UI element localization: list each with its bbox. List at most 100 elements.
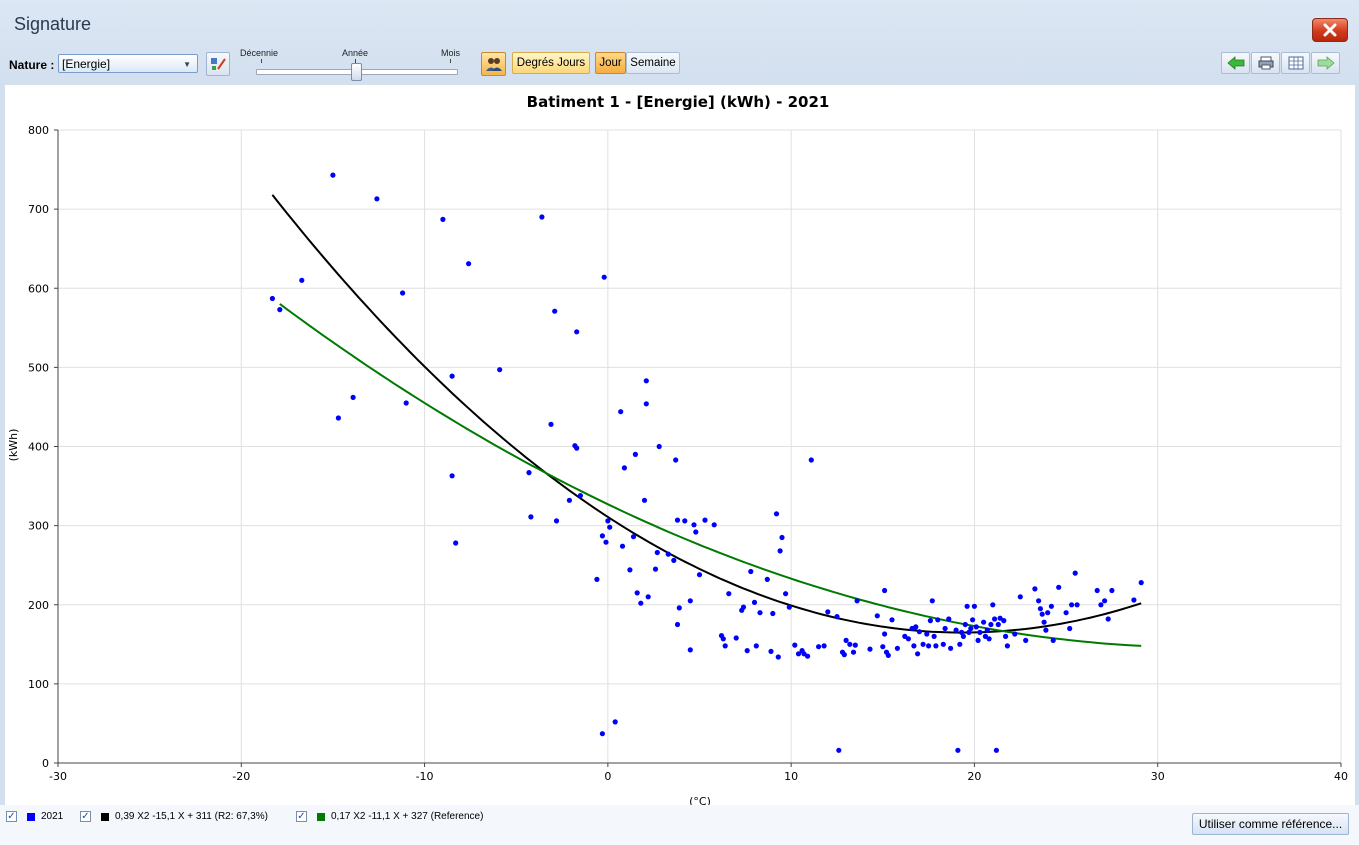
data-point xyxy=(612,719,618,725)
data-point xyxy=(948,645,954,651)
legend-checkbox[interactable]: ✓ xyxy=(296,811,307,822)
legend-item-reference[interactable]: ✓ 0,17 X2 -11,1 X + 327 (Reference) xyxy=(296,811,483,822)
legend-swatch xyxy=(27,812,35,821)
data-point xyxy=(528,514,534,520)
data-point xyxy=(971,603,978,609)
data-point xyxy=(816,644,822,650)
data-point xyxy=(933,643,939,649)
data-point xyxy=(792,642,798,648)
data-point xyxy=(605,518,611,524)
data-point xyxy=(834,614,840,620)
data-point xyxy=(882,631,888,637)
data-point xyxy=(786,604,792,610)
data-point xyxy=(641,497,648,503)
data-point xyxy=(594,576,600,582)
y-tick-label: 0 xyxy=(42,757,49,770)
data-point xyxy=(682,518,688,524)
y-tick-label: 200 xyxy=(28,599,49,612)
data-point xyxy=(880,644,886,650)
data-point xyxy=(643,401,649,407)
y-tick-label: 600 xyxy=(28,282,49,295)
data-point xyxy=(1074,602,1080,608)
data-point xyxy=(783,591,789,597)
data-point xyxy=(627,567,633,573)
data-point xyxy=(973,624,979,630)
data-point xyxy=(1063,610,1069,616)
data-point xyxy=(350,394,356,400)
fit-curve xyxy=(271,194,1142,634)
x-axis-label: (°C) xyxy=(689,795,711,805)
semaine-button[interactable]: Semaine xyxy=(626,52,680,74)
chart-options-button[interactable] xyxy=(206,52,230,76)
legend-checkbox[interactable]: ✓ xyxy=(6,811,17,822)
data-point xyxy=(916,629,923,635)
data-point xyxy=(553,518,560,524)
legend-item-2021[interactable]: ✓ 2021 xyxy=(6,811,63,822)
data-point xyxy=(687,598,693,604)
legend: ✓ 2021 ✓ 0,39 X2 -15,1 X + 311 (R2: 67,3… xyxy=(0,805,1359,845)
data-point xyxy=(986,636,992,642)
use-as-reference-button[interactable]: Utiliser comme référence... xyxy=(1192,813,1349,835)
previous-button[interactable] xyxy=(1221,52,1250,74)
data-point xyxy=(836,747,842,753)
data-point xyxy=(335,415,341,421)
users-button[interactable] xyxy=(481,52,506,76)
data-point xyxy=(656,443,662,450)
data-point xyxy=(1039,611,1045,617)
x-tick-label: 30 xyxy=(1151,770,1165,783)
jour-button[interactable]: Jour xyxy=(595,52,626,74)
slider-label-annee: Année xyxy=(342,48,369,58)
print-button[interactable] xyxy=(1251,52,1280,74)
data-point xyxy=(453,540,459,546)
data-point xyxy=(770,610,776,617)
data-point xyxy=(449,473,455,479)
data-point xyxy=(466,261,472,267)
data-point xyxy=(652,566,659,572)
data-point xyxy=(920,641,926,647)
table-view-button[interactable] xyxy=(1281,52,1310,74)
data-point xyxy=(1036,598,1042,604)
next-button[interactable] xyxy=(1311,52,1340,74)
data-point xyxy=(773,511,780,517)
legend-label: 0,17 X2 -11,1 X + 327 (Reference) xyxy=(331,811,484,822)
close-button[interactable] xyxy=(1312,18,1348,42)
data-point xyxy=(854,598,860,604)
data-point xyxy=(970,617,976,623)
data-point xyxy=(1012,631,1018,637)
degres-jours-button[interactable]: Degrés Jours xyxy=(512,52,590,74)
legend-checkbox[interactable]: ✓ xyxy=(80,811,91,822)
data-point xyxy=(603,539,609,545)
data-point xyxy=(1098,602,1104,608)
data-point xyxy=(1050,637,1056,644)
data-point xyxy=(1138,580,1144,586)
data-point xyxy=(1094,587,1100,594)
legend-item-fit[interactable]: ✓ 0,39 X2 -15,1 X + 311 (R2: 67,3%) xyxy=(80,811,268,822)
slider-tick xyxy=(261,59,262,63)
nature-select[interactable]: [Energie] ▼ xyxy=(58,54,198,73)
slider-label-mois: Mois xyxy=(441,48,461,58)
data-point xyxy=(968,625,974,632)
slider-thumb[interactable] xyxy=(351,63,362,81)
period-slider[interactable]: Décennie Année Mois xyxy=(238,48,468,84)
data-point xyxy=(988,621,994,628)
data-point xyxy=(1045,610,1051,616)
users-icon xyxy=(485,58,502,71)
data-point xyxy=(757,610,763,616)
x-tick-label: -20 xyxy=(232,770,250,783)
chevron-down-icon: ▼ xyxy=(183,60,191,69)
data-point xyxy=(665,551,671,557)
chart-settings-icon xyxy=(211,58,226,70)
data-point xyxy=(779,534,785,541)
data-point xyxy=(722,643,728,649)
data-point xyxy=(847,641,853,647)
data-point xyxy=(440,216,446,222)
data-point xyxy=(960,633,967,640)
data-point xyxy=(621,465,628,471)
x-tick-label: 10 xyxy=(784,770,798,783)
data-point xyxy=(733,635,739,641)
chart-curves xyxy=(271,194,1142,647)
data-point xyxy=(539,214,545,220)
data-point xyxy=(808,457,814,463)
data-point xyxy=(777,548,783,554)
x-tick-label: -10 xyxy=(416,770,434,783)
